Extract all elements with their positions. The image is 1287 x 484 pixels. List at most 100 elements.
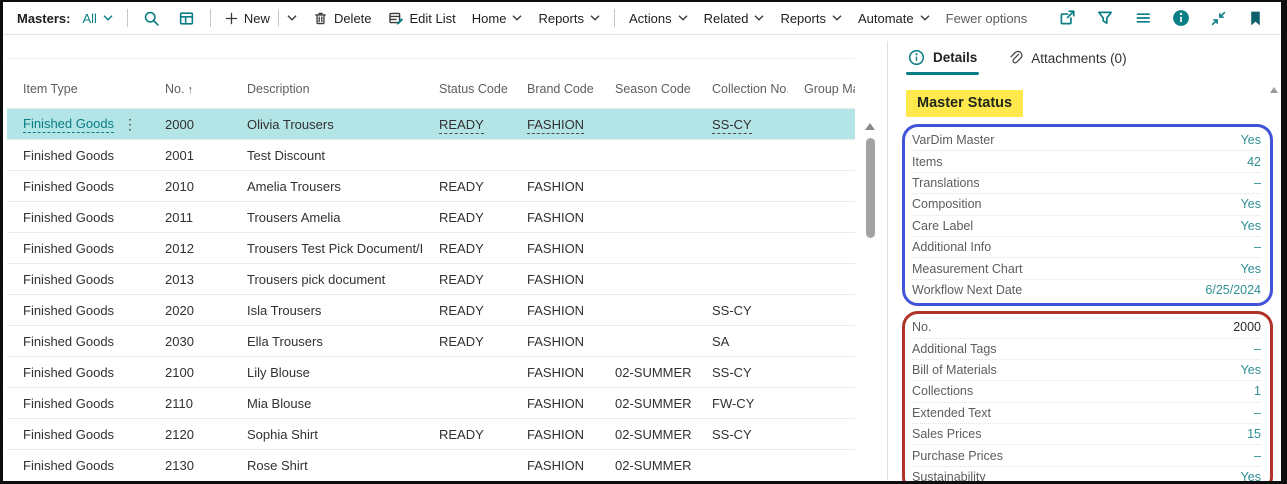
cell-group-master <box>788 171 855 202</box>
field-value[interactable]: Yes <box>1241 262 1261 276</box>
table-row[interactable]: Finished Goods2011Trousers AmeliaREADYFA… <box>7 202 855 233</box>
field-value[interactable]: – <box>1254 176 1261 190</box>
actions-label: Actions <box>629 11 672 26</box>
bookmark-icon[interactable] <box>1238 10 1273 27</box>
field-label: Additional Tags <box>912 342 997 356</box>
automate-menu[interactable]: Automate <box>850 11 938 26</box>
fewer-options-button[interactable]: Fewer options <box>938 11 1036 26</box>
field-label: Composition <box>912 197 981 211</box>
scrollbar-thumb[interactable] <box>866 138 875 238</box>
cell-value: 2100 <box>165 365 194 380</box>
field-label: No. <box>912 320 931 334</box>
cell-brand-code <box>511 140 599 171</box>
column-header-item-type[interactable]: Item Type <box>7 59 149 109</box>
table-row[interactable]: Finished Goods2130Rose ShirtFASHION02-SU… <box>7 450 855 481</box>
cell-group-master <box>788 233 855 264</box>
home-menu[interactable]: Home <box>464 11 531 26</box>
cell-season-code <box>599 171 696 202</box>
table-row[interactable]: Finished Goods2100Lily BlouseFASHION02-S… <box>7 357 855 388</box>
cell-status-code: READY <box>423 419 511 450</box>
table-row[interactable]: Finished Goods2010Amelia TrousersREADYFA… <box>7 171 855 202</box>
field-value[interactable]: 1 <box>1254 384 1261 398</box>
filter-icon[interactable] <box>1087 9 1123 27</box>
app-window: Masters: All New Delete Edit List Home <box>0 0 1287 484</box>
column-header-season-code[interactable]: Season Code <box>599 59 696 109</box>
table-row[interactable]: Finished Goods2013Trousers pick document… <box>7 264 855 295</box>
row-more-options-icon[interactable]: ⋮ <box>119 116 141 133</box>
cell-description: Lily Blouse <box>231 357 423 388</box>
edit-list-button[interactable]: Edit List <box>380 10 464 26</box>
info-circle-icon <box>908 49 925 66</box>
cell-item-type: Finished Goods <box>7 171 149 202</box>
field-value[interactable]: Yes <box>1241 470 1261 484</box>
table-row[interactable]: Finished Goods2120Sophia ShirtREADYFASHI… <box>7 419 855 450</box>
cell-season-code <box>599 109 696 140</box>
share-icon[interactable] <box>1049 9 1085 27</box>
delete-button[interactable]: Delete <box>305 11 380 26</box>
table-row[interactable]: Finished Goods2001Test Discount <box>7 140 855 171</box>
reports-menu[interactable]: Reports <box>530 11 608 26</box>
vertical-scrollbar[interactable] <box>859 119 881 480</box>
table-row[interactable]: Finished Goods2012Trousers Test Pick Doc… <box>7 233 855 264</box>
field-value[interactable]: 42 <box>1247 155 1261 169</box>
field-value[interactable]: – <box>1254 342 1261 356</box>
table-row[interactable]: Finished Goods2030Ella TrousersREADYFASH… <box>7 326 855 357</box>
reports-menu-2[interactable]: Reports <box>772 11 850 26</box>
info-icon[interactable] <box>1163 9 1199 27</box>
field-label: Translations <box>912 176 980 190</box>
new-button[interactable]: New <box>217 10 305 26</box>
column-header-status-code[interactable]: Status Code <box>423 59 511 109</box>
column-header-description[interactable]: Description <box>231 59 423 109</box>
tab-details[interactable]: Details <box>908 49 977 75</box>
field-value[interactable]: 6/25/2024 <box>1205 283 1261 297</box>
chevron-down-icon <box>832 15 842 21</box>
field-value[interactable]: – <box>1254 240 1261 254</box>
field-value[interactable]: Yes <box>1241 363 1261 377</box>
table-row[interactable]: Finished Goods⋮2000Olivia TrousersREADYF… <box>7 109 855 140</box>
masters-list-grid: Item TypeNo.↑ Description Status CodeBrand… <box>7 35 855 480</box>
choose-columns-icon[interactable] <box>1125 9 1161 27</box>
fewer-options-label: Fewer options <box>946 11 1028 26</box>
view-filter-dropdown[interactable]: All <box>74 11 120 26</box>
column-header-group-master[interactable]: Group Master <box>788 59 855 109</box>
cell-season-code <box>599 233 696 264</box>
view-filter-label: All <box>82 11 96 26</box>
related-menu[interactable]: Related <box>696 11 773 26</box>
cell-item-type: Finished Goods <box>7 295 149 326</box>
toolbar-separator <box>127 9 128 27</box>
cell-group-master <box>788 419 855 450</box>
chevron-down-icon[interactable] <box>287 15 297 21</box>
cell-description: Olivia Trousers <box>231 109 423 140</box>
table-row[interactable]: Finished Goods2020Isla TrousersREADYFASH… <box>7 295 855 326</box>
scroll-up-icon[interactable] <box>865 123 875 130</box>
cell-brand-code: FASHION <box>511 264 599 295</box>
field-value[interactable]: – <box>1254 406 1261 420</box>
tab-attachments-label: Attachments (0) <box>1031 51 1126 66</box>
cell-status-code <box>423 140 511 171</box>
column-header-no[interactable]: No.↑ <box>149 59 231 109</box>
cell-value: 2110 <box>165 396 193 411</box>
split-button-divider <box>278 10 279 26</box>
collapse-icon[interactable] <box>1201 10 1236 27</box>
column-header-label: Description <box>247 82 310 96</box>
search-icon[interactable] <box>134 10 169 27</box>
field-value[interactable]: Yes <box>1241 219 1261 233</box>
cell-no: 2000 <box>149 109 231 140</box>
cell-group-master <box>788 357 855 388</box>
actions-menu[interactable]: Actions <box>621 11 696 26</box>
column-header-brand-code[interactable]: Brand Code <box>511 59 599 109</box>
field-value[interactable]: – <box>1254 449 1261 463</box>
table-row[interactable]: Finished Goods2110Mia BlouseFASHION02-SU… <box>7 388 855 419</box>
factbox-field-row: No.2000 <box>912 317 1261 338</box>
field-value[interactable]: Yes <box>1241 133 1261 147</box>
factbox-field-row: Translations – <box>912 173 1261 194</box>
analysis-mode-icon[interactable] <box>169 10 204 27</box>
tab-attachments[interactable]: Attachments (0) <box>1007 50 1126 75</box>
cell-status-code: READY <box>423 171 511 202</box>
chevron-down-icon <box>754 15 764 21</box>
field-value[interactable]: Yes <box>1241 197 1261 211</box>
cell-value[interactable]: Finished Goods <box>23 116 114 133</box>
field-value[interactable]: 15 <box>1247 427 1261 441</box>
column-header-collection-no[interactable]: Collection No. <box>696 59 788 109</box>
panel-scroll-up-icon[interactable] <box>1270 87 1278 93</box>
